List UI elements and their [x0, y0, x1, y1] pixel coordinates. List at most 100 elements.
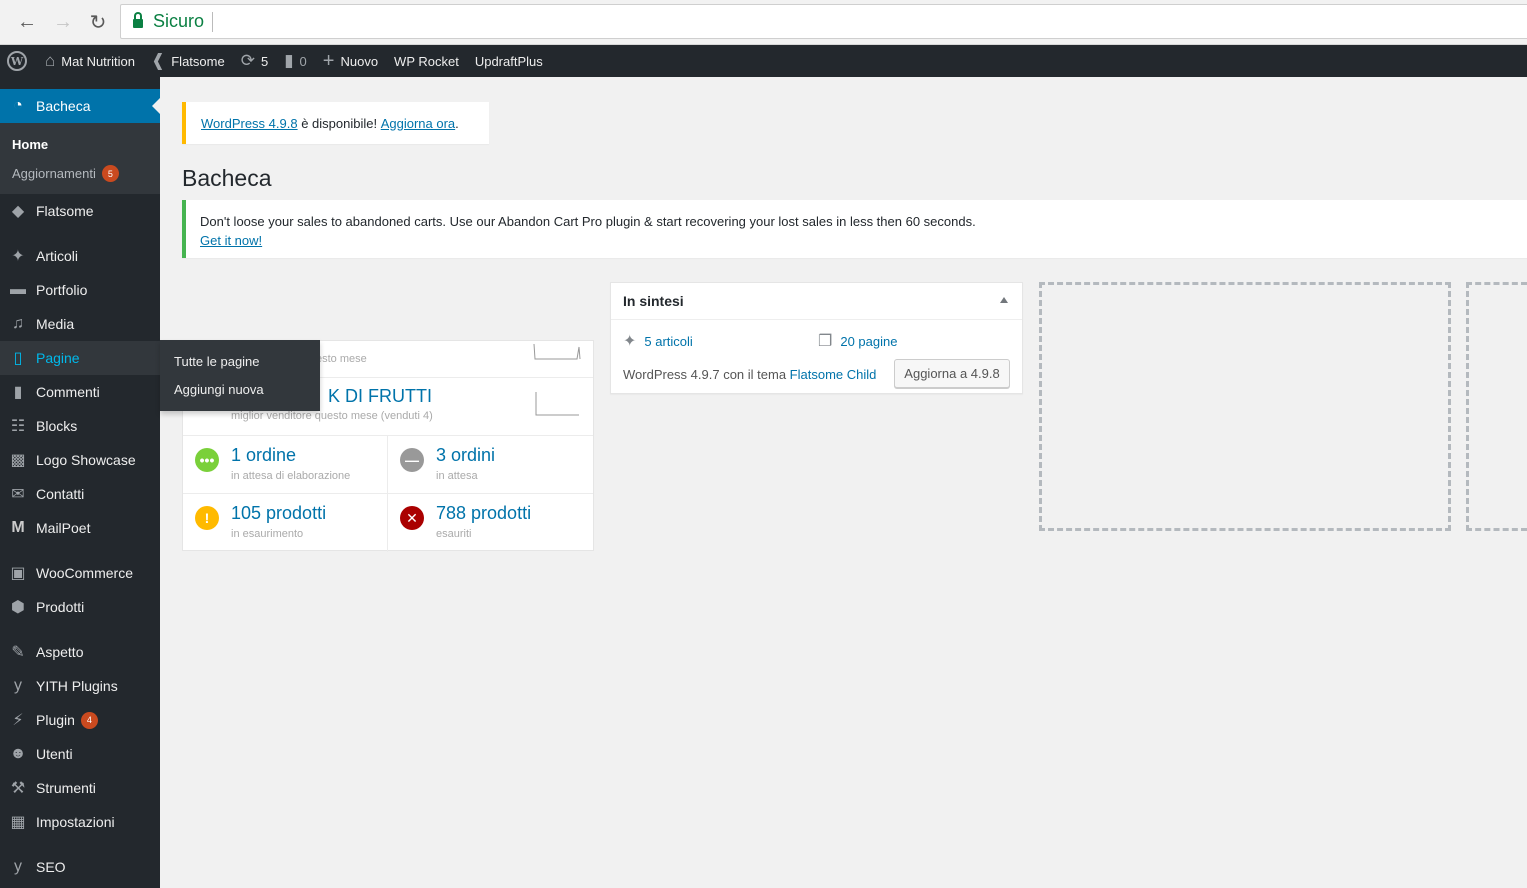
sidebar-label-contacts: Contatti: [36, 486, 85, 502]
abandon-cart-notice: Don't loose your sales to abandoned cart…: [182, 200, 1527, 258]
sidebar-label-yith: YITH Plugins: [36, 678, 118, 694]
sidebar-item-settings[interactable]: ▦ Impostazioni: [0, 805, 160, 839]
sidebar-item-posts[interactable]: ✦ Articoli: [0, 239, 160, 273]
sidebar-item-blocks[interactable]: ☷ Blocks: [0, 409, 160, 443]
sidebar-item-contacts[interactable]: ✉ Contatti: [0, 477, 160, 511]
secure-label: Sicuro: [153, 11, 205, 31]
site-name-menu[interactable]: ⌂ Mat Nutrition: [35, 45, 143, 77]
wp-rocket-menu[interactable]: WP Rocket: [386, 45, 467, 77]
flatsome-menu[interactable]: ❰ Flatsome: [143, 45, 233, 77]
glance-title: In sintesi: [623, 293, 684, 309]
updates-menu[interactable]: ⟳ 5: [233, 45, 276, 77]
wc-low-stock[interactable]: ! 105 prodotti in esaurimento: [183, 494, 388, 552]
plugin-icon: ⚡: [12, 712, 24, 729]
upgrade-button[interactable]: Aggiorna a 4.9.8: [894, 359, 1010, 388]
sidebar-item-flatsome[interactable]: ◆ Flatsome: [0, 194, 160, 228]
sidebar-label-media: Media: [36, 316, 75, 332]
address-bar[interactable]: Sicuro: [120, 4, 1527, 39]
wc-processing-orders[interactable]: ••• 1 ordine in attesa di elaborazione: [183, 436, 388, 494]
folder-icon: ▬: [10, 281, 26, 298]
pages-flyout-menu: Tutte le pagine Aggiungi nuova: [160, 340, 320, 411]
sidebar-label-logo-showcase: Logo Showcase: [36, 452, 136, 468]
admin-sidebar: ◔ Bacheca Home Aggiornamenti 5 ◆ Flatsom…: [0, 77, 160, 888]
sidebar-item-seo[interactable]: y SEO: [0, 850, 160, 884]
flyout-all-pages[interactable]: Tutte le pagine: [174, 354, 260, 369]
dashboard-submenu: Home Aggiornamenti 5: [0, 123, 160, 194]
wc-out-of-stock[interactable]: ✕ 788 prodotti esauriti: [388, 494, 593, 552]
submenu-item-updates[interactable]: Aggiornamenti 5: [12, 165, 119, 182]
glance-pages-link[interactable]: ❐ 20 pagine: [818, 331, 897, 351]
sidebar-label-blocks: Blocks: [36, 418, 78, 434]
sidebar-item-tools[interactable]: ⚒ Strumenti: [0, 771, 160, 805]
image-icon: ▩: [10, 452, 26, 469]
sidebar-item-portfolio[interactable]: ▬ Portfolio: [0, 273, 160, 307]
sidebar-item-pages[interactable]: ▯ Pagine: [0, 341, 160, 375]
sidebar-item-plugins[interactable]: ⚡ Plugin 4: [0, 703, 160, 737]
back-arrow-icon[interactable]: ←: [14, 8, 40, 36]
sidebar-label-tools: Strumenti: [36, 780, 96, 796]
submenu-item-home[interactable]: Home: [12, 137, 48, 152]
sidebar-item-products[interactable]: ⬢ Prodotti: [0, 590, 160, 624]
pin-icon: ✦: [623, 333, 637, 350]
glance-pages-label: 20 pagine: [840, 333, 898, 349]
sidebar-item-woocommerce[interactable]: ▣ WooCommerce: [0, 556, 160, 590]
flatsome-label: Flatsome: [171, 53, 225, 69]
flyout-add-new[interactable]: Aggiungi nuova: [174, 382, 264, 397]
forward-arrow-icon[interactable]: →: [50, 8, 76, 36]
collapse-arrow-icon[interactable]: [1000, 297, 1008, 303]
version-label: WordPress 4.9.7 con il tema: [623, 367, 790, 382]
sidebar-item-yith[interactable]: y YITH Plugins: [0, 669, 160, 703]
sidebar-label-dashboard: Bacheca: [36, 98, 91, 114]
processing-dots-icon: •••: [195, 448, 219, 472]
wp-version-link[interactable]: WordPress 4.9.8: [201, 116, 298, 131]
sidebar-item-comments[interactable]: ▮ Commenti: [0, 375, 160, 409]
reload-icon[interactable]: ↻: [85, 8, 111, 36]
glance-posts-label: 5 articoli: [644, 333, 693, 349]
user-icon: ☻: [9, 745, 27, 762]
sidebar-item-appearance[interactable]: ✎ Aspetto: [0, 635, 160, 669]
wp-logo-menu[interactable]: W: [0, 45, 35, 77]
plus-icon: +: [322, 49, 335, 72]
lowstock-count: 105 prodotti: [231, 503, 327, 523]
processing-count: 1 ordine: [231, 445, 297, 465]
updraftplus-menu[interactable]: UpdraftPlus: [467, 45, 551, 77]
theme-link[interactable]: Flatsome Child: [790, 367, 877, 382]
comments-menu[interactable]: ▮ 0: [276, 45, 315, 77]
best-seller-sub: miglior venditore questo mese (venduti 4…: [231, 410, 433, 422]
glance-posts-link[interactable]: ✦ 5 articoli: [623, 331, 693, 351]
blocks-icon: ☷: [10, 418, 26, 435]
sidebar-label-products: Prodotti: [36, 599, 85, 615]
envelope-icon: ✉: [11, 486, 25, 503]
updates-count: 5: [260, 53, 269, 69]
new-content-menu[interactable]: + Nuovo: [315, 45, 386, 77]
wc-sales-sub: esto mese: [316, 353, 367, 365]
wordpress-logo-icon: W: [7, 51, 27, 71]
glance-header[interactable]: In sintesi: [611, 283, 1022, 320]
sidebar-label-plugins: Plugin: [36, 712, 75, 728]
admin-bar: W ⌂ Mat Nutrition ❰ Flatsome ⟳ 5 ▮ 0 + N…: [0, 45, 1527, 77]
notice-text: Don't loose your sales to abandoned cart…: [200, 214, 976, 229]
submenu-label-home: Home: [12, 137, 49, 152]
flatsome-icon: ◆: [11, 203, 25, 220]
sidebar-item-users[interactable]: ☻ Utenti: [0, 737, 160, 771]
sidebar-label-settings: Impostazioni: [36, 814, 115, 830]
update-nag: WordPress 4.9.8 è disponibile! Aggiorna …: [182, 102, 489, 144]
processing-label: in attesa di elaborazione: [231, 470, 351, 482]
update-now-link[interactable]: Aggiorna ora: [381, 116, 455, 131]
glance-version-text: WordPress 4.9.7 con il tema Flatsome Chi…: [623, 367, 876, 382]
sidebar-item-dashboard[interactable]: ◔ Bacheca: [0, 89, 160, 123]
get-it-now-link[interactable]: Get it now!: [200, 233, 262, 248]
sidebar-item-logo-showcase[interactable]: ▩ Logo Showcase: [0, 443, 160, 477]
updraftplus-label: UpdraftPlus: [474, 53, 543, 69]
sidebar-item-mailpoet[interactable]: M MailPoet: [0, 511, 160, 545]
wc-onhold-orders[interactable]: — 3 ordini in attesa: [388, 436, 593, 494]
mailpoet-icon: M: [11, 519, 25, 536]
sidebar-label-portfolio: Portfolio: [36, 282, 88, 298]
pin-icon: ✦: [11, 248, 25, 265]
sidebar-item-media[interactable]: ♫ Media: [0, 307, 160, 341]
best-seller-sparkline: [535, 392, 579, 416]
at-a-glance-widget: In sintesi ✦ 5 articoli ❐ 20 pagine Word…: [610, 282, 1023, 394]
update-nag-end: .: [455, 115, 459, 131]
settings-icon: ▦: [10, 814, 26, 831]
dashboard-icon: ◔: [13, 97, 23, 114]
